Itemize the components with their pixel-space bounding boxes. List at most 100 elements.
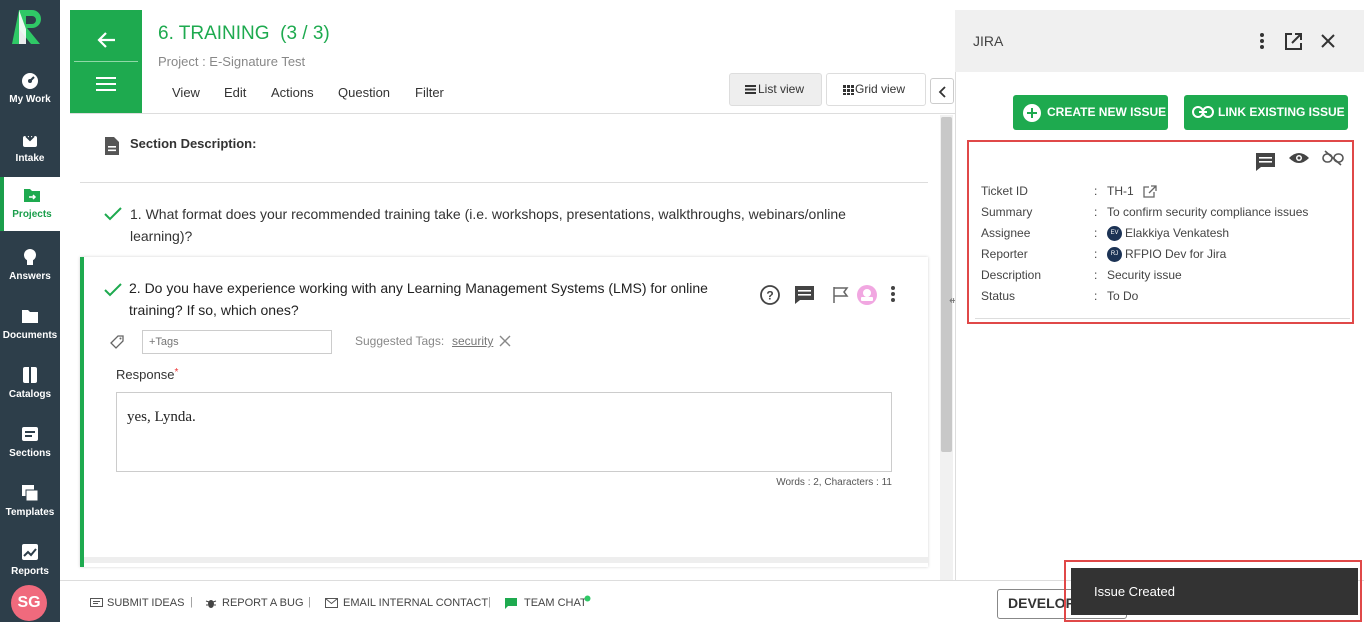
- nav-intake[interactable]: Intake: [0, 121, 60, 177]
- field-label: Status: [981, 289, 1016, 303]
- question-1-text[interactable]: 1. What format does your recommended tra…: [130, 203, 890, 247]
- footer-separator: |: [488, 596, 491, 608]
- field-separator: :: [1094, 247, 1098, 261]
- nav-my-work[interactable]: My Work: [0, 62, 60, 118]
- suggested-tags-label: Suggested Tags:: [355, 334, 445, 348]
- section-title: 6. TRAINING: [158, 23, 270, 44]
- assignee-name: Elakkiya Venkatesh: [1125, 226, 1230, 240]
- response-label: Response*: [116, 367, 178, 382]
- field-label: Summary: [981, 205, 1033, 219]
- email-icon: [325, 598, 338, 608]
- svg-text:?: ?: [766, 289, 773, 303]
- unlink-icon[interactable]: [1322, 150, 1344, 166]
- nav-catalogs[interactable]: Catalogs: [0, 357, 60, 413]
- plus-circle-icon: [1023, 104, 1041, 122]
- field-separator: :: [1094, 226, 1098, 240]
- field-row-summary: Summary : To confirm security compliance…: [981, 205, 1341, 221]
- section-description-label: Section Description:: [130, 136, 257, 151]
- menu-actions[interactable]: Actions: [271, 85, 314, 100]
- field-separator: :: [1094, 205, 1098, 219]
- project-subtitle: Project : E-Signature Test: [158, 54, 306, 69]
- nav-templates[interactable]: Templates: [0, 475, 60, 531]
- ticket-id-value[interactable]: TH-1: [1107, 184, 1134, 198]
- collapse-panel-button[interactable]: [930, 78, 954, 104]
- create-new-issue-button[interactable]: CREATE NEW ISSUE: [1013, 95, 1168, 130]
- nav-answers[interactable]: Answers: [0, 239, 60, 295]
- bug-icon: [205, 600, 217, 608]
- ideas-icon: [90, 598, 103, 607]
- list-view-label: List view: [758, 82, 805, 96]
- intake-icon: [23, 131, 37, 147]
- required-marker: *: [174, 367, 179, 378]
- comment-icon[interactable]: [794, 285, 815, 305]
- sections-icon: [22, 427, 38, 441]
- field-separator: :: [1094, 268, 1098, 282]
- header-divider: [70, 113, 955, 114]
- field-separator: :: [1094, 289, 1098, 303]
- email-internal-contact-link[interactable]: EMAIL INTERNAL CONTACT: [343, 597, 488, 609]
- eye-icon[interactable]: [1288, 151, 1310, 165]
- close-icon[interactable]: [1320, 33, 1336, 49]
- more-options-icon[interactable]: [1258, 32, 1266, 50]
- menu-edit[interactable]: Edit: [224, 85, 246, 100]
- app-logo[interactable]: [0, 0, 60, 60]
- field-label: Description: [981, 268, 1042, 282]
- documents-icon: [22, 310, 38, 323]
- next-question-strip: [84, 557, 928, 563]
- grid-icon: [843, 85, 854, 95]
- left-nav: My Work Intake Projects Answers Document…: [0, 0, 60, 622]
- field-value: RJ RFPIO Dev for Jira: [1107, 247, 1227, 263]
- menu-filter[interactable]: Filter: [415, 85, 444, 100]
- nav-reports[interactable]: Reports: [0, 534, 60, 590]
- list-icon: [745, 85, 756, 94]
- create-new-issue-label: CREATE NEW ISSUE: [1047, 105, 1167, 119]
- close-icon[interactable]: [499, 335, 511, 347]
- check-icon: [104, 283, 122, 297]
- page-title: 6. TRAINING (3 / 3): [158, 23, 330, 45]
- chevron-left-icon: [938, 86, 946, 98]
- help-icon[interactable]: ?: [759, 284, 781, 306]
- field-label: Reporter: [981, 247, 1028, 261]
- list-view-button[interactable]: List view: [729, 73, 822, 106]
- open-external-icon[interactable]: [1284, 32, 1303, 51]
- link-existing-issue-button[interactable]: LINK EXISTING ISSUE: [1184, 95, 1348, 130]
- question-2-text[interactable]: 2. Do you have experience working with a…: [129, 277, 729, 321]
- footer-separator: |: [308, 596, 311, 608]
- tag-icon: [110, 335, 124, 349]
- avatar[interactable]: SG: [11, 585, 47, 621]
- menu-view[interactable]: View: [172, 85, 200, 100]
- field-row-ticket-id: Ticket ID : TH-1: [981, 184, 1341, 200]
- suggested-tag-security[interactable]: security: [452, 334, 493, 348]
- scrollbar-thumb[interactable]: [941, 117, 952, 452]
- flag-icon[interactable]: [832, 286, 852, 304]
- submit-ideas-link[interactable]: SUBMIT IDEAS: [107, 597, 184, 609]
- reporter-name: RFPIO Dev for Jira: [1125, 247, 1227, 261]
- tags-input[interactable]: [142, 330, 332, 354]
- team-chat-link[interactable]: TEAM CHAT: [524, 597, 587, 609]
- field-value: Security issue: [1107, 268, 1182, 282]
- hamburger-menu-icon[interactable]: [96, 76, 116, 92]
- back-arrow-icon[interactable]: [95, 30, 117, 50]
- reports-icon: [22, 544, 38, 560]
- field-row-description: Description : Security issue: [981, 268, 1341, 284]
- comment-icon[interactable]: [1255, 152, 1276, 172]
- templates-icon: [22, 485, 39, 502]
- report-bug-link[interactable]: REPORT A BUG: [222, 597, 304, 609]
- response-textarea[interactable]: yes, Lynda.: [116, 392, 892, 472]
- jira-title: JIRA: [973, 33, 1004, 49]
- more-options-icon[interactable]: [889, 285, 897, 303]
- menu-question[interactable]: Question: [338, 85, 390, 100]
- footer-separator: |: [190, 596, 193, 608]
- grid-view-button[interactable]: Grid view: [826, 73, 926, 106]
- nav-documents[interactable]: Documents: [0, 298, 60, 354]
- open-external-icon[interactable]: [1143, 185, 1157, 198]
- avatar: EV: [1107, 226, 1122, 242]
- nav-projects[interactable]: Projects: [0, 177, 60, 231]
- avatar: RJ: [1107, 247, 1122, 263]
- check-icon: [104, 207, 122, 221]
- response-label-text: Response: [116, 367, 175, 382]
- nav-sections[interactable]: Sections: [0, 416, 60, 472]
- gauge-icon: [22, 73, 38, 89]
- user-assign-icon[interactable]: [856, 284, 878, 306]
- link-icon: [1192, 106, 1214, 118]
